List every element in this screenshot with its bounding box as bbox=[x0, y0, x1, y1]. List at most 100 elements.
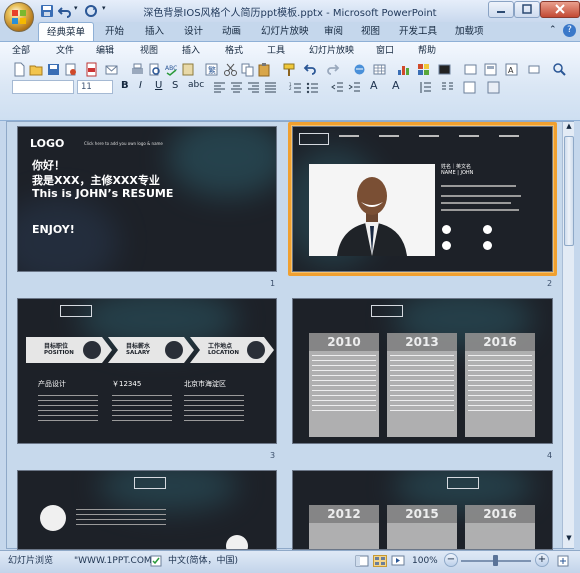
research-icon[interactable] bbox=[181, 62, 196, 77]
scroll-up-icon[interactable]: ▲ bbox=[564, 122, 574, 134]
increase-indent-icon[interactable] bbox=[347, 80, 362, 95]
ribbon-minimize-icon[interactable]: ⌃ bbox=[549, 25, 561, 37]
shadow-icon[interactable]: S bbox=[172, 80, 178, 91]
slide3-location-value: 北京市海淀区 bbox=[184, 380, 226, 388]
table-icon[interactable] bbox=[372, 62, 387, 77]
columns-icon[interactable] bbox=[440, 80, 455, 95]
menu-all[interactable]: 全部 bbox=[12, 44, 30, 59]
hyperlink-icon[interactable] bbox=[352, 62, 367, 77]
decrease-indent-icon[interactable] bbox=[330, 80, 345, 95]
undo-toolbar-icon[interactable] bbox=[303, 62, 318, 77]
slide-sorter-view-icon[interactable] bbox=[373, 555, 387, 567]
tab-animation[interactable]: 动画 bbox=[214, 22, 249, 41]
copy-icon[interactable] bbox=[240, 62, 255, 77]
cut-icon[interactable] bbox=[223, 62, 238, 77]
zoom-in-button[interactable]: + bbox=[535, 553, 549, 567]
zoom-out-button[interactable]: − bbox=[444, 553, 458, 567]
tab-design[interactable]: 设计 bbox=[176, 22, 211, 41]
minimize-button[interactable] bbox=[488, 1, 514, 18]
font-color-icon[interactable]: A bbox=[370, 79, 378, 92]
mail-icon[interactable] bbox=[104, 62, 119, 77]
status-language[interactable]: 中文(简体，中国) bbox=[168, 554, 238, 568]
menu-insert[interactable]: 插入 bbox=[182, 44, 200, 59]
paste-icon[interactable] bbox=[257, 62, 272, 77]
vertical-scrollbar[interactable]: ▲ ▼ bbox=[562, 122, 574, 548]
bullets-icon[interactable] bbox=[305, 80, 320, 95]
slide-layout-icon[interactable] bbox=[437, 62, 452, 77]
close-button[interactable] bbox=[540, 1, 580, 18]
menu-help[interactable]: 帮助 bbox=[418, 44, 436, 59]
grow-font-icon[interactable]: A bbox=[392, 79, 400, 92]
tab-slideshow[interactable]: 幻灯片放映 bbox=[253, 22, 317, 41]
justify-icon[interactable] bbox=[263, 80, 278, 95]
spelling-status-icon[interactable] bbox=[150, 555, 162, 567]
smartart-icon[interactable] bbox=[486, 80, 501, 95]
menu-edit[interactable]: 编辑 bbox=[96, 44, 114, 59]
fit-to-window-icon[interactable] bbox=[556, 554, 570, 568]
tab-addins[interactable]: 加载项 bbox=[447, 22, 492, 41]
italic-icon[interactable]: I bbox=[139, 80, 142, 91]
scroll-down-icon[interactable]: ▼ bbox=[564, 534, 574, 546]
format-painter-icon[interactable] bbox=[282, 62, 297, 77]
align-center-icon[interactable] bbox=[229, 80, 244, 95]
textbox-icon[interactable]: A bbox=[504, 62, 519, 77]
scroll-thumb[interactable] bbox=[564, 136, 574, 246]
menu-window[interactable]: 窗口 bbox=[376, 44, 394, 59]
align-right-icon[interactable] bbox=[246, 80, 261, 95]
strikethrough-icon[interactable]: abc bbox=[188, 80, 204, 90]
open-icon[interactable] bbox=[29, 62, 44, 77]
font-size-combo[interactable]: 11 bbox=[77, 80, 113, 94]
align-left-icon[interactable] bbox=[212, 80, 227, 95]
shapes-icon[interactable] bbox=[527, 62, 542, 77]
slide-thumbnail-5[interactable] bbox=[17, 470, 277, 550]
redo-toolbar-icon[interactable] bbox=[325, 62, 340, 77]
spelling-icon[interactable]: ABC bbox=[164, 62, 179, 77]
zoom-level[interactable]: 100% bbox=[412, 554, 438, 568]
menu-format[interactable]: 格式 bbox=[225, 44, 243, 59]
font-name-combo[interactable] bbox=[12, 80, 74, 94]
slide2-name-en: NAME | JOHN bbox=[441, 170, 474, 176]
print-preview-icon[interactable] bbox=[147, 62, 162, 77]
line-spacing-icon[interactable] bbox=[418, 80, 433, 95]
maximize-button[interactable] bbox=[514, 1, 540, 18]
new-icon[interactable] bbox=[12, 62, 27, 77]
translate-icon[interactable]: 繁 bbox=[204, 62, 219, 77]
slide-thumbnail-6[interactable]: 2012 2015 2016 bbox=[292, 470, 553, 550]
tab-home[interactable]: 开始 bbox=[97, 22, 132, 41]
tab-insert[interactable]: 插入 bbox=[137, 22, 172, 41]
office-logo-icon bbox=[12, 10, 26, 24]
tab-developer[interactable]: 开发工具 bbox=[391, 22, 445, 41]
zoom-toolbar-icon[interactable] bbox=[552, 62, 567, 77]
menu-file[interactable]: 文件 bbox=[56, 44, 74, 59]
menu-tools[interactable]: 工具 bbox=[267, 44, 285, 59]
bold-icon[interactable]: B bbox=[121, 80, 129, 91]
normal-view-icon[interactable] bbox=[355, 555, 369, 567]
text-direction-icon[interactable] bbox=[462, 80, 477, 95]
pdf-icon[interactable] bbox=[84, 62, 99, 77]
chart-icon[interactable] bbox=[396, 62, 411, 77]
menu-view[interactable]: 视图 bbox=[140, 44, 158, 59]
tab-classic-menu[interactable]: 经典菜单 bbox=[38, 22, 95, 41]
print-icon[interactable] bbox=[130, 62, 145, 77]
save-toolbar-icon[interactable] bbox=[46, 62, 61, 77]
new-slide-icon[interactable] bbox=[463, 62, 478, 77]
slide3-position-value: 产品设计 bbox=[38, 380, 66, 388]
slide-thumbnail-4[interactable]: 2010 2013 2016 bbox=[292, 298, 553, 444]
status-view-name: 幻灯片浏览 bbox=[8, 556, 54, 566]
permission-icon[interactable] bbox=[63, 62, 78, 77]
slideshow-view-icon[interactable] bbox=[391, 555, 405, 567]
help-icon[interactable]: ? bbox=[563, 24, 576, 37]
underline-icon[interactable]: U bbox=[155, 80, 162, 91]
slide-thumbnail-3[interactable]: 目标职位 POSITION 目标薪水 SALARY 工作地点 LOCATION … bbox=[17, 298, 277, 444]
arrange-icon[interactable] bbox=[483, 62, 498, 77]
menu-slideshow[interactable]: 幻灯片放映 bbox=[309, 44, 354, 59]
tab-review[interactable]: 审阅 bbox=[316, 22, 351, 41]
tab-view[interactable]: 视图 bbox=[353, 22, 388, 41]
slide-thumbnail-1[interactable]: LOGO Click here to add you own logo & na… bbox=[17, 126, 277, 272]
slide-thumbnail-2[interactable]: 姓名｜英文名 NAME | JOHN bbox=[292, 126, 553, 272]
slide4-year-3-desc bbox=[468, 355, 532, 415]
color-grid-icon[interactable] bbox=[416, 62, 431, 77]
zoom-slider-thumb[interactable] bbox=[493, 555, 498, 566]
slide2-web-icon bbox=[483, 225, 492, 234]
numbering-icon[interactable]: 12 bbox=[288, 80, 303, 95]
